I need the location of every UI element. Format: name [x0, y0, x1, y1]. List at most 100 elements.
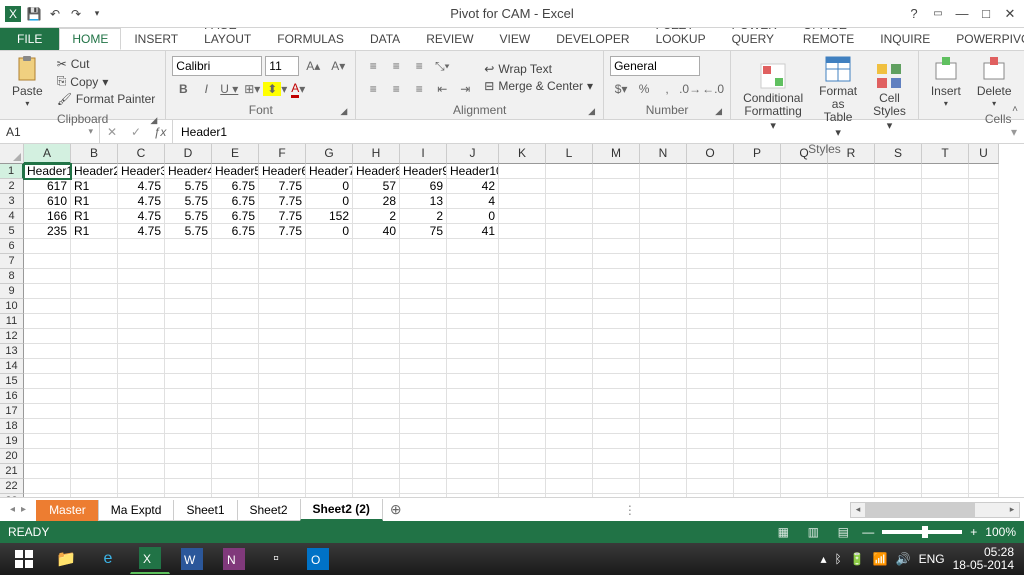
row-header[interactable]: 16	[0, 389, 24, 404]
bold-button[interactable]: B	[172, 79, 194, 99]
cell[interactable]	[118, 449, 165, 464]
cell[interactable]	[734, 419, 781, 434]
cell[interactable]	[687, 269, 734, 284]
cell[interactable]: 5.75	[165, 224, 212, 239]
ribbon-tab-insert[interactable]: INSERT	[121, 28, 191, 50]
cell[interactable]	[969, 494, 999, 497]
cell[interactable]	[499, 224, 546, 239]
column-header[interactable]: J	[447, 144, 499, 164]
cell[interactable]	[165, 419, 212, 434]
cell[interactable]	[24, 344, 71, 359]
cell[interactable]	[306, 374, 353, 389]
cell[interactable]	[593, 254, 640, 269]
cell[interactable]	[259, 374, 306, 389]
cell[interactable]	[447, 344, 499, 359]
cell[interactable]	[593, 284, 640, 299]
cell[interactable]: 5.75	[165, 209, 212, 224]
italic-button[interactable]: I	[195, 79, 217, 99]
cell[interactable]	[499, 419, 546, 434]
cell[interactable]	[259, 269, 306, 284]
cell[interactable]: 0	[306, 194, 353, 209]
cell[interactable]	[447, 314, 499, 329]
cell[interactable]	[71, 449, 118, 464]
cell[interactable]	[734, 269, 781, 284]
undo-button[interactable]: ↶	[46, 5, 64, 23]
cell[interactable]	[499, 389, 546, 404]
cell[interactable]	[781, 419, 828, 434]
cell[interactable]: 40	[353, 224, 400, 239]
cell[interactable]	[71, 284, 118, 299]
cell[interactable]	[969, 404, 999, 419]
cell[interactable]	[499, 314, 546, 329]
cell[interactable]	[734, 164, 781, 179]
cell[interactable]	[212, 404, 259, 419]
cell[interactable]	[259, 434, 306, 449]
spreadsheet-grid[interactable]: ABCDEFGHIJKLMNOPQRSTU 123456789101112131…	[0, 144, 1024, 497]
cell[interactable]	[969, 164, 999, 179]
cell[interactable]	[24, 404, 71, 419]
cell[interactable]	[640, 299, 687, 314]
cell[interactable]	[781, 179, 828, 194]
cell[interactable]	[922, 179, 969, 194]
cell[interactable]	[593, 164, 640, 179]
cell[interactable]	[734, 464, 781, 479]
cell[interactable]	[969, 194, 999, 209]
cell[interactable]	[640, 389, 687, 404]
cell[interactable]	[687, 254, 734, 269]
merge-center-button[interactable]: ⊟Merge & Center ▾	[480, 78, 597, 94]
cell[interactable]	[593, 434, 640, 449]
cell[interactable]	[734, 449, 781, 464]
cell[interactable]	[546, 404, 593, 419]
cell[interactable]	[781, 269, 828, 284]
cell[interactable]	[24, 299, 71, 314]
cell[interactable]	[875, 299, 922, 314]
cell[interactable]	[593, 419, 640, 434]
cell[interactable]	[828, 374, 875, 389]
cell[interactable]	[640, 164, 687, 179]
row-header[interactable]: 10	[0, 299, 24, 314]
cell[interactable]	[640, 194, 687, 209]
ribbon-tab-data[interactable]: DATA	[357, 28, 413, 50]
cell[interactable]	[828, 239, 875, 254]
cell[interactable]	[259, 329, 306, 344]
cell[interactable]: 7.75	[259, 224, 306, 239]
cell[interactable]	[781, 224, 828, 239]
cell[interactable]	[687, 389, 734, 404]
cell[interactable]: 69	[400, 179, 447, 194]
taskbar-outlook[interactable]: O	[298, 544, 338, 574]
cell[interactable]	[687, 299, 734, 314]
cell[interactable]	[922, 479, 969, 494]
fill-color-button[interactable]: ⬍▾	[264, 79, 286, 99]
cell[interactable]	[969, 269, 999, 284]
cell[interactable]	[165, 344, 212, 359]
cell[interactable]	[922, 464, 969, 479]
font-dialog-launcher[interactable]: ◢	[340, 106, 347, 117]
tray-language[interactable]: ENG	[919, 552, 945, 566]
decrease-decimal-button[interactable]: ←.0	[702, 79, 724, 99]
cell[interactable]: 42	[447, 179, 499, 194]
cell[interactable]	[640, 254, 687, 269]
cell[interactable]	[306, 344, 353, 359]
cell[interactable]	[447, 434, 499, 449]
cell[interactable]	[687, 434, 734, 449]
cell[interactable]	[306, 239, 353, 254]
cell[interactable]	[781, 449, 828, 464]
cell[interactable]	[24, 269, 71, 284]
cell[interactable]	[875, 419, 922, 434]
cell[interactable]	[546, 419, 593, 434]
ribbon-tab-file[interactable]: FILE	[0, 28, 59, 50]
cell[interactable]	[546, 494, 593, 497]
cell[interactable]	[687, 419, 734, 434]
cell[interactable]	[875, 269, 922, 284]
cell[interactable]	[71, 479, 118, 494]
cell[interactable]	[781, 389, 828, 404]
cell[interactable]	[734, 359, 781, 374]
taskbar-excel[interactable]: X	[130, 544, 170, 574]
cell[interactable]	[875, 374, 922, 389]
cell[interactable]	[922, 209, 969, 224]
row-header[interactable]: 14	[0, 359, 24, 374]
cell[interactable]	[546, 359, 593, 374]
cell[interactable]	[118, 374, 165, 389]
cell[interactable]	[687, 314, 734, 329]
cell[interactable]: 13	[400, 194, 447, 209]
